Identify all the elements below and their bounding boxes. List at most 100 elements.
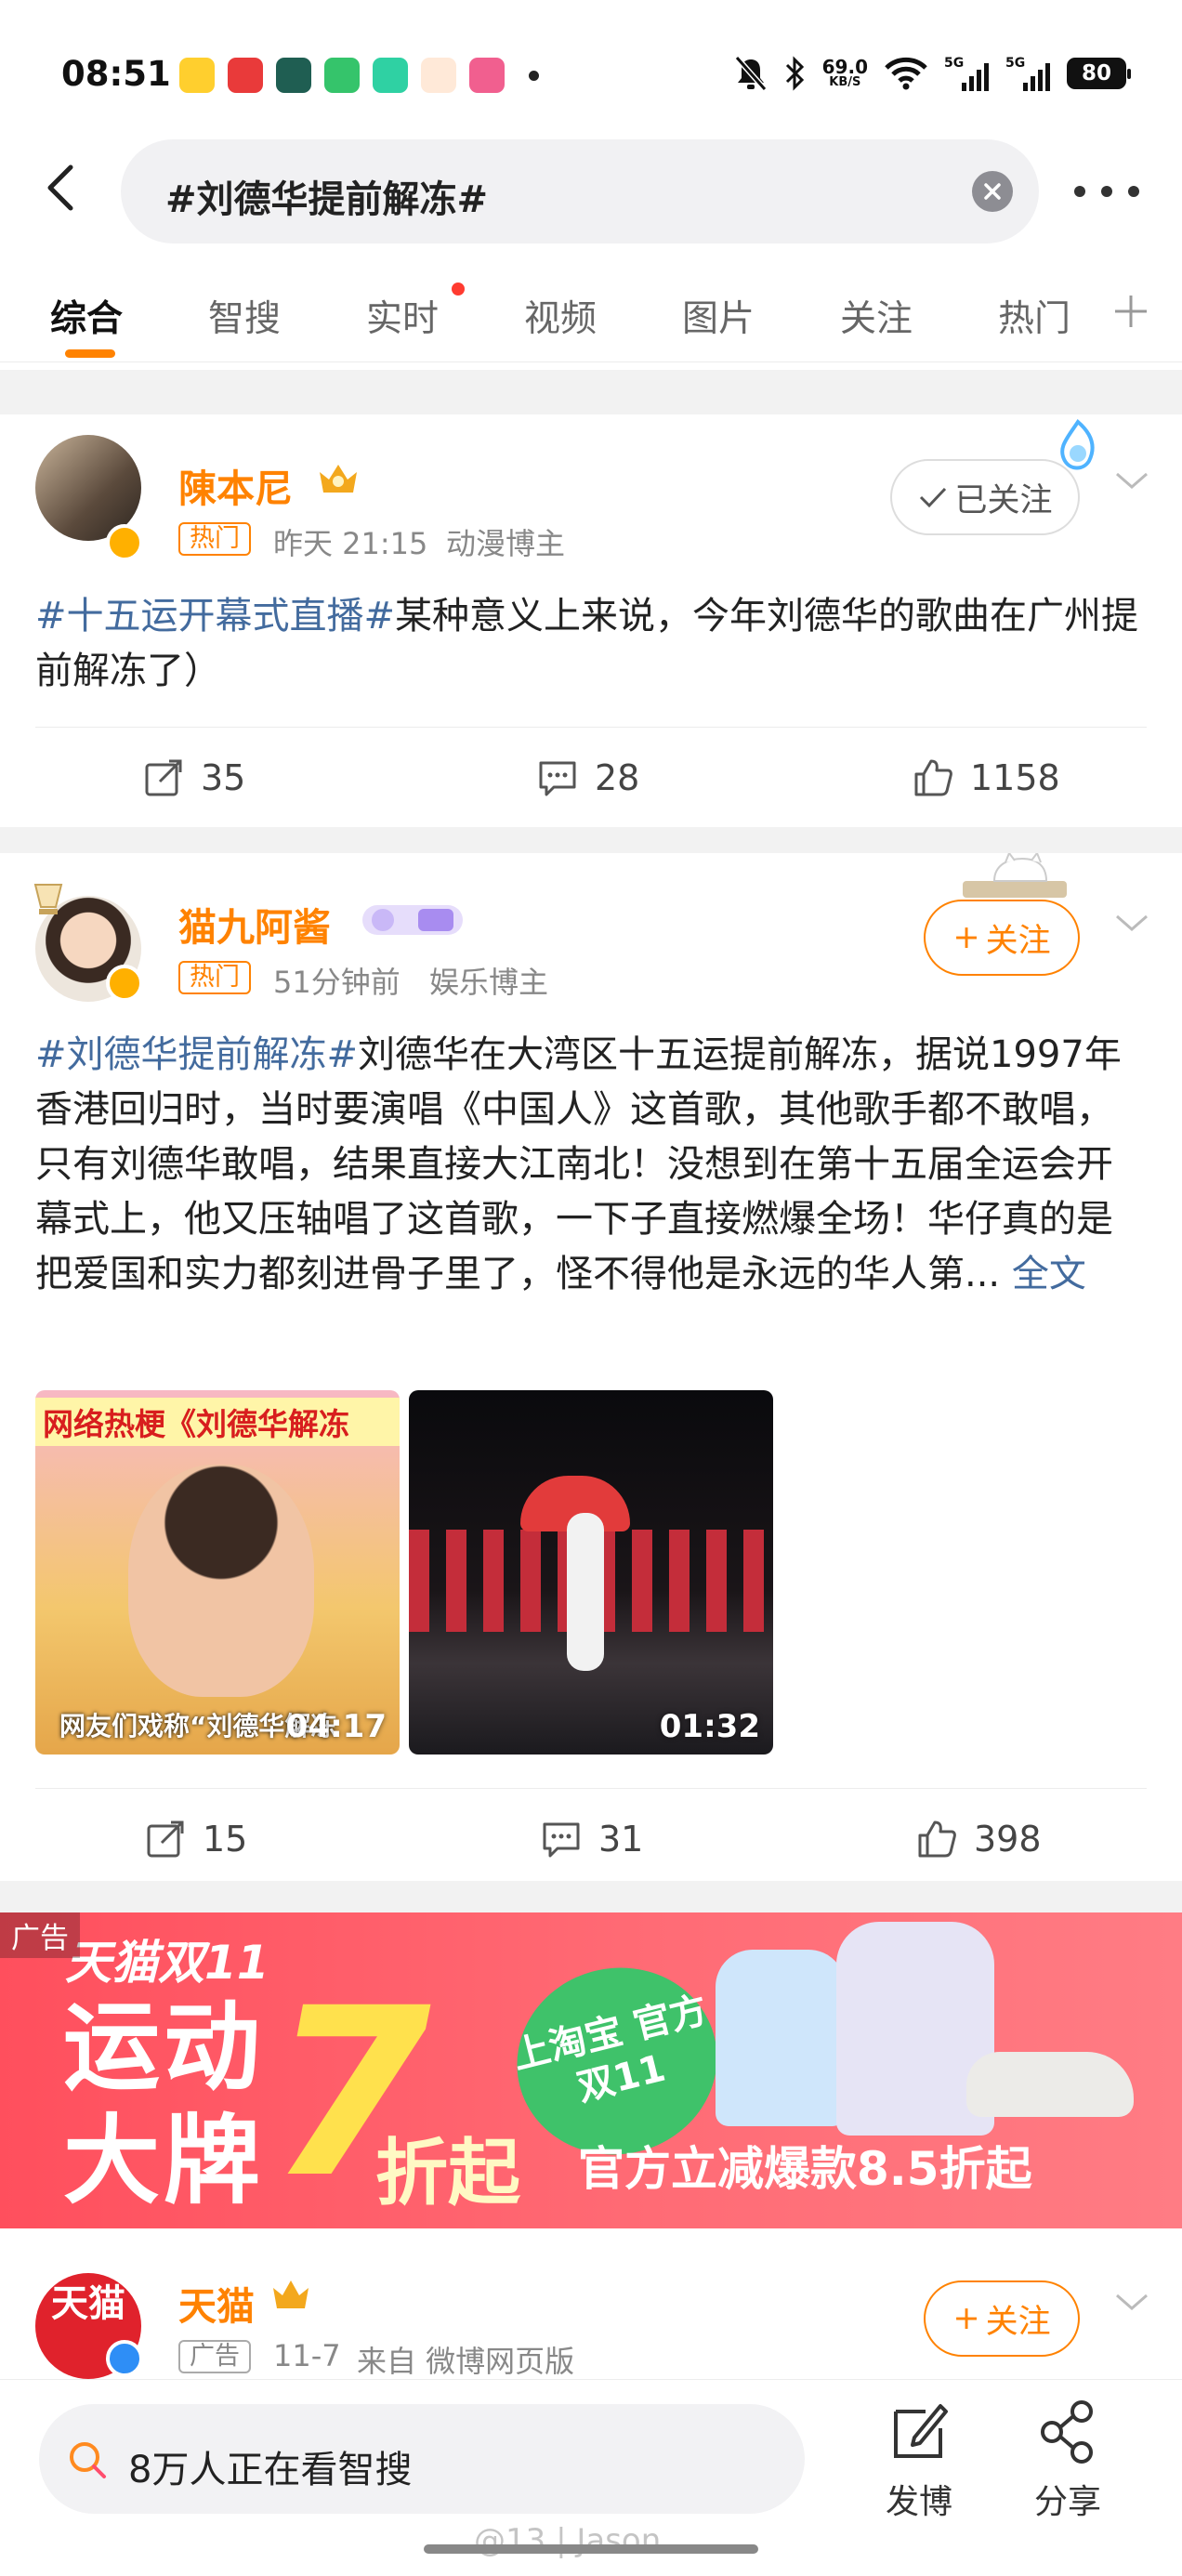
banner-discount: 折起 — [375, 2132, 521, 2215]
comment-icon — [543, 1822, 580, 1858]
post-text: #十五运开幕式直播#某种意义上来说，今年刘德华的歌曲在广州提前解冻了） — [35, 595, 1139, 692]
repost-button[interactable]: 35 — [143, 757, 245, 798]
more-icon[interactable] — [1074, 186, 1139, 199]
tab-smart-search[interactable]: 智搜 — [208, 290, 281, 342]
post-time: 昨天 21:15 — [273, 526, 428, 561]
post-card[interactable]: 陳本尼 热门 昨天 21:15 动漫博主 已关注 #十五运开幕式直播#某种意义上… — [0, 414, 1182, 827]
wifi-icon — [885, 57, 927, 90]
topic-link[interactable]: #刘德华提前解冻# — [35, 1033, 358, 1076]
chevron-down-icon[interactable] — [1113, 468, 1150, 493]
post-time: 11-7 — [273, 2338, 341, 2373]
sneaker-image — [966, 2052, 1134, 2117]
app-icon — [276, 58, 311, 93]
section-divider — [0, 370, 1182, 414]
app-icon — [373, 58, 408, 93]
flame-decoration-icon — [1060, 419, 1095, 470]
post-source: 来自 微博网页版 — [357, 2344, 575, 2379]
tab-realtime[interactable]: 实时 — [366, 290, 439, 342]
ad-banner[interactable]: 天猫双11 运动 大牌 7 折起 上淘宝 官方双11 官方立减爆款8.5折起 广… — [0, 1912, 1182, 2228]
notification-icons — [179, 58, 539, 93]
tab-images[interactable]: 图片 — [682, 290, 755, 342]
plus-icon[interactable] — [1110, 290, 1152, 333]
weibo-app-icon — [179, 58, 215, 93]
comment-button[interactable]: 31 — [541, 1819, 643, 1860]
new-content-dot — [452, 283, 465, 296]
like-icon — [918, 1820, 956, 1858]
comment-button[interactable]: 28 — [537, 757, 639, 798]
repost-icon — [147, 1820, 184, 1858]
status-indicators: 69.0 KB/S 5G 5G 80 — [734, 56, 1131, 91]
ad-label: 广告 — [0, 1912, 80, 1958]
username[interactable]: 陳本尼 — [178, 457, 293, 513]
follow-button[interactable]: + 关注 — [924, 900, 1080, 976]
active-tab-indicator — [65, 349, 115, 358]
section-divider — [0, 1881, 1182, 1912]
video-duration: 04:17 — [285, 1708, 387, 1745]
banner-line2: 大牌 — [63, 2104, 265, 2217]
ad-post-card[interactable]: 天猫 天猫 广告 11-7 来自 微博网页版 + 关注 — [0, 2228, 1182, 2379]
verified-badge-icon — [106, 965, 143, 1002]
topic-link[interactable]: #十五运开幕式直播# — [35, 595, 395, 637]
like-button[interactable]: 1158 — [913, 757, 1060, 798]
search-query[interactable]: #刘德华提前解冻# — [165, 169, 488, 223]
tab-hot[interactable]: 热门 — [998, 290, 1070, 342]
smart-search-text: 8万人正在看智搜 — [128, 2449, 413, 2491]
follow-button[interactable]: + 关注 — [924, 2280, 1080, 2357]
video-thumbnail[interactable]: 01:32 — [409, 1390, 773, 1755]
like-icon — [914, 759, 952, 796]
crown-badge-icon — [273, 2280, 309, 2308]
repost-button[interactable]: 15 — [145, 1819, 247, 1860]
like-button[interactable]: 398 — [916, 1819, 1042, 1860]
chevron-down-icon[interactable] — [1113, 2290, 1150, 2314]
banner-slogan: 官方立减爆款8.5折起 — [578, 2142, 1032, 2196]
app-icon — [324, 58, 360, 93]
back-icon[interactable] — [35, 160, 91, 216]
search-tabs: 综合 智搜 实时 视频 图片 关注 热门 — [0, 269, 1182, 362]
username[interactable]: 天猫 — [178, 2275, 255, 2331]
verified-badge-icon — [106, 524, 143, 561]
repost-icon — [145, 759, 182, 796]
clear-icon[interactable] — [972, 171, 1013, 212]
crown-badge-icon — [320, 465, 357, 493]
ad-tag: 广告 — [178, 2340, 251, 2373]
video-thumbnail[interactable]: 网络热梗《刘德华解冻 网友们戏称“刘德华解冻 04:17 — [35, 1390, 400, 1755]
chevron-down-icon[interactable] — [1113, 911, 1150, 935]
signal-icon: 5G — [1005, 56, 1050, 91]
status-time: 08:51 — [61, 54, 171, 94]
post-text: #刘德华提前解冻#刘德华在大湾区十五运提前解冻，据说1997年香港回归时，当时要… — [35, 1033, 1122, 1295]
watermark: @13 | Jason — [474, 2522, 662, 2559]
smart-search-bar[interactable]: 8万人正在看智搜 — [39, 2404, 805, 2514]
post-actions: 35 28 1158 — [35, 727, 1147, 825]
face-illustration — [128, 1465, 314, 1697]
post-actions: 15 31 398 — [35, 1788, 1147, 1886]
tab-all[interactable]: 综合 — [50, 290, 123, 342]
share-icon — [1041, 2400, 1093, 2464]
home-indicator[interactable] — [424, 2544, 758, 2554]
battery-icon: 80 — [1067, 58, 1131, 89]
post-card[interactable]: 猫九阿酱 热门 51分钟前 娱乐博主 + 关注 #刘德华提前解冻#刘德华在大湾区十… — [0, 853, 1182, 1881]
signal-icon: 5G — [944, 56, 989, 91]
section-divider — [0, 827, 1182, 853]
member-badge-icon — [362, 905, 463, 935]
share-button[interactable]: 分享 — [1017, 2395, 1119, 2523]
tab-video[interactable]: 视频 — [524, 290, 597, 342]
app-icon — [421, 58, 456, 93]
thumbnail-caption: 网络热梗《刘德华解冻 — [35, 1398, 400, 1446]
jd-app-icon — [228, 58, 263, 93]
status-bar: 08:51 69.0 KB/S 5G 5G 80 — [0, 0, 1182, 139]
lead-singer — [567, 1513, 604, 1671]
search-input[interactable]: #刘德华提前解冻# — [121, 139, 1039, 243]
full-text-link[interactable]: 全文 — [1012, 1253, 1086, 1295]
jacket-image — [716, 1950, 846, 2126]
cup-decoration-icon — [33, 884, 63, 914]
username[interactable]: 猫九阿酱 — [178, 896, 331, 952]
video-duration: 01:32 — [659, 1708, 760, 1745]
search-header: #刘德华提前解冻# — [0, 139, 1182, 243]
tab-following[interactable]: 关注 — [840, 290, 913, 342]
comment-icon — [539, 761, 576, 796]
compose-button[interactable]: 发博 — [868, 2395, 970, 2523]
cat-decoration-icon — [963, 853, 1067, 898]
more-notifications-dot — [529, 70, 539, 81]
mute-icon — [734, 56, 767, 91]
verified-badge-icon — [106, 2340, 143, 2377]
